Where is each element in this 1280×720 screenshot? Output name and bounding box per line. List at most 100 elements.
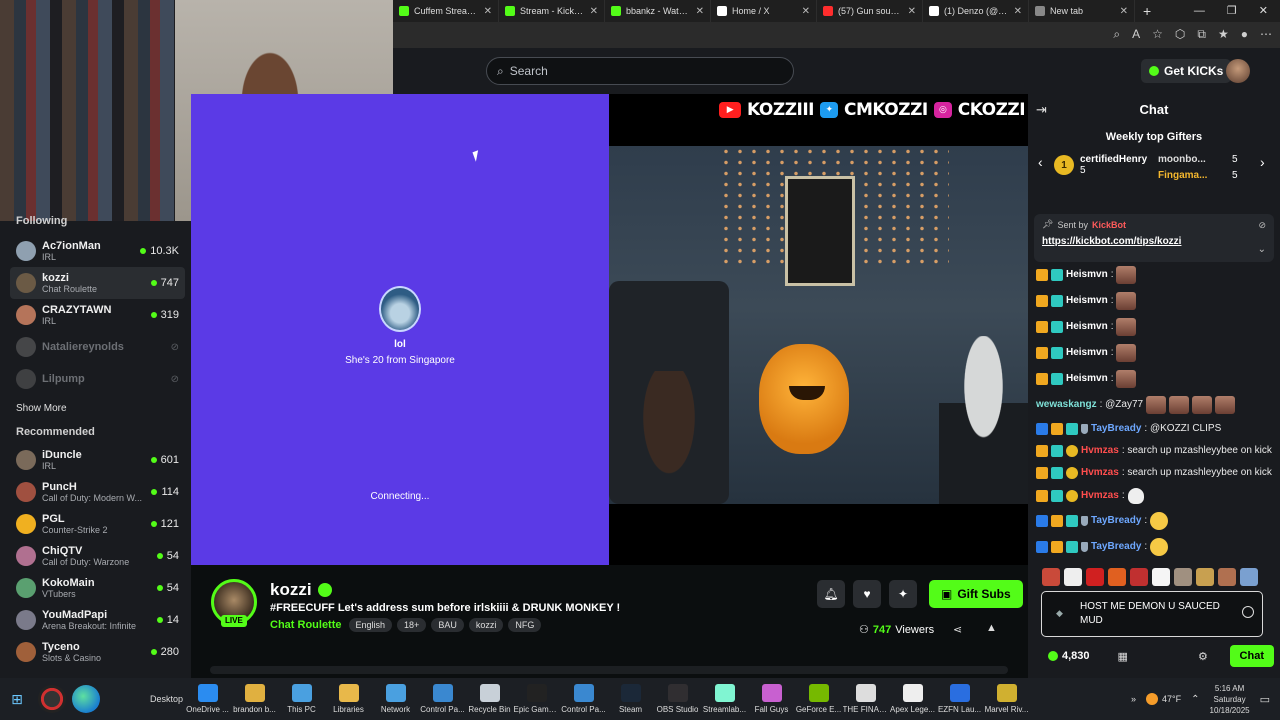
sidebar-channel-chiqtv[interactable]: ChiQTV Call of Duty: Warzone 54 (10, 540, 185, 572)
tag[interactable]: kozzi (468, 618, 504, 632)
emote-button[interactable] (1174, 568, 1192, 586)
top-gifter-1[interactable]: 1 certifiedHenry 5 (1054, 154, 1147, 176)
sidebar-channel-punch[interactable]: PuncH Call of Duty: Modern W... 114 (10, 476, 185, 508)
browser-tab[interactable]: (57) Gun sound ef✕ (817, 0, 923, 22)
emote-button[interactable] (1042, 568, 1060, 586)
taskbar-shortcut[interactable]: This PC (278, 684, 325, 714)
sidebar-channel-kozzi[interactable]: kozzi Chat Roulette 747 (10, 267, 185, 299)
restore-icon[interactable]: ❐ (1227, 0, 1237, 22)
horizontal-scrollbar[interactable] (210, 666, 1008, 674)
sparkle-button[interactable]: ✦ (889, 580, 917, 608)
chevron-right-icon[interactable]: › (1260, 154, 1265, 170)
user-avatar[interactable] (1226, 59, 1250, 83)
favorite-star-icon[interactable]: ☆ (1152, 27, 1163, 42)
tray-overflow-icon[interactable]: » (1131, 694, 1136, 704)
extensions-icon[interactable]: ⬡ (1175, 27, 1185, 42)
taskbar-shortcut[interactable]: OBS Studio (654, 684, 701, 714)
chat-input[interactable]: ◆ HOST ME DEMON U SAUCED MUD (1041, 591, 1263, 637)
streamer-name[interactable]: kozzi (270, 580, 332, 600)
video-player[interactable]: lol She's 20 from Singapore Connecting..… (191, 94, 1028, 565)
taskbar-shortcut[interactable]: Marvel Riv... (983, 684, 1030, 714)
sidebar-channel-crazytawn[interactable]: CRAZYTAWN IRL 319 (10, 299, 185, 331)
collections-icon[interactable]: ⧉ (1197, 27, 1206, 42)
close-icon[interactable]: ✕ (484, 6, 492, 17)
favorites-icon[interactable]: ★ (1218, 27, 1229, 42)
taskbar-shortcut[interactable]: Steam (607, 684, 654, 714)
top-gifter-2[interactable]: moonbo... (1158, 154, 1206, 165)
gift-subs-button[interactable]: ▣ Gift Subs (929, 580, 1023, 608)
emote-button[interactable] (1130, 568, 1148, 586)
browser-tab[interactable]: Home / X ✕ (711, 0, 817, 22)
emote-button[interactable] (1086, 568, 1104, 586)
taskbar-shortcut[interactable]: Control Pa... (419, 684, 466, 714)
channel-points[interactable]: 4,830 (1048, 650, 1090, 662)
sidebar-channel-tyceno[interactable]: Tyceno Slots & Casino 280 (10, 636, 185, 668)
sidebar-channel-ac7ionman[interactable]: Ac7ionMan IRL 10.3K (10, 235, 185, 267)
show-more-button[interactable]: Show More (10, 395, 185, 422)
taskbar-shortcut[interactable]: Libraries (325, 684, 372, 714)
taskbar-shortcut[interactable]: GeForce E... (795, 684, 842, 714)
edge-pinned-icon[interactable] (72, 685, 100, 713)
taskbar-shortcut[interactable]: brandon b... (231, 684, 278, 714)
emote-button[interactable] (1064, 568, 1082, 586)
close-icon[interactable]: ✕ (908, 6, 916, 17)
taskbar-shortcut[interactable]: Network (372, 684, 419, 714)
taskbar-shortcut[interactable]: THE FINALS (842, 684, 889, 714)
emote-button[interactable] (1108, 568, 1126, 586)
follow-heart-button[interactable]: ♥ (853, 580, 881, 608)
taskbar-shortcut[interactable]: Control Pa... (560, 684, 607, 714)
weather-widget[interactable]: 47°F (1146, 693, 1181, 705)
browser-tab[interactable]: Stream - Kick Dash✕ (499, 0, 605, 22)
taskbar-shortcut[interactable]: Epic Game... (513, 684, 560, 714)
pinned-link[interactable]: https://kickbot.com/tips/kozzi (1042, 236, 1266, 247)
top-gifter-3[interactable]: Fingama... (1158, 170, 1207, 181)
tag[interactable]: BAU (431, 618, 464, 632)
tag[interactable]: English (348, 618, 393, 632)
category-link[interactable]: Chat Roulette (270, 619, 342, 631)
emote-button[interactable] (1218, 568, 1236, 586)
browser-tab[interactable]: (1) Denzo (@Denz✕ (923, 0, 1029, 22)
desktop-label[interactable]: Desktop (150, 694, 184, 704)
sidebar-channel-nataliereynolds[interactable]: Nataliereynolds ⊘ (10, 331, 185, 363)
emote-button[interactable] (1196, 568, 1214, 586)
close-window-icon[interactable]: ✕ (1259, 0, 1268, 22)
hide-icon[interactable]: ⊘ (1258, 220, 1266, 231)
close-icon[interactable]: ✕ (590, 6, 598, 17)
sidebar-channel-lilpump[interactable]: Lilpump ⊘ (10, 363, 185, 395)
browser-tab[interactable]: bbankz - Watch th✕ (605, 0, 711, 22)
taskbar-shortcut[interactable]: EZFN Lau... (936, 684, 983, 714)
sidebar-channel-youmadpapi[interactable]: YouMadPapi Arena Breakout: Infinite 14 (10, 604, 185, 636)
notification-bell-button[interactable]: 🔔︎ (817, 580, 845, 608)
minimize-icon[interactable]: — (1194, 0, 1205, 22)
profile-icon[interactable]: ● (1241, 27, 1248, 42)
windows-start-icon[interactable]: ⊞ (2, 691, 32, 708)
system-clock[interactable]: 5:16 AM Saturday 10/18/2025 (1210, 683, 1250, 716)
taskbar-shortcut[interactable]: Apex Lege... (889, 684, 936, 714)
get-kicks-button[interactable]: Get KICKs (1141, 59, 1232, 83)
obs-pinned-icon[interactable] (38, 685, 66, 713)
tag[interactable]: NFG (508, 618, 542, 632)
chevron-left-icon[interactable]: ‹ (1038, 154, 1043, 170)
zoom-icon[interactable]: ⌕ (1113, 27, 1120, 42)
send-chat-button[interactable]: Chat (1229, 645, 1274, 667)
taskbar-shortcut[interactable]: Recycle Bin (466, 684, 513, 714)
settings-gear-icon[interactable]: ⚙ (1198, 650, 1208, 663)
taskbar-shortcut[interactable]: Fall Guys (748, 684, 795, 714)
sidebar-channel-kokomain[interactable]: KokoMain VTubers 54 (10, 572, 185, 604)
share-icon[interactable]: ⋖ (953, 623, 962, 636)
taskbar-shortcut[interactable]: Streamlab... (701, 684, 748, 714)
close-icon[interactable]: ✕ (1120, 6, 1128, 17)
emote-button[interactable] (1240, 568, 1258, 586)
browser-tab[interactable]: Cuffem Stream - V✕ (393, 0, 499, 22)
menu-icon[interactable]: ⋯ (1260, 27, 1272, 42)
close-icon[interactable]: ✕ (1014, 6, 1022, 17)
search-input[interactable]: ⌕ Search (486, 57, 794, 85)
chevron-up-icon[interactable]: ⌃ (1191, 694, 1199, 705)
tag[interactable]: 18+ (397, 618, 427, 632)
report-icon[interactable]: ▲ (986, 622, 997, 634)
close-icon[interactable]: ✕ (802, 6, 810, 17)
rewards-icon[interactable]: ▦ (1118, 650, 1128, 663)
taskbar-shortcut[interactable]: OneDrive ... (184, 684, 231, 714)
browser-tab[interactable]: New tab ✕ (1029, 0, 1135, 22)
emoji-picker-icon[interactable] (1242, 606, 1254, 618)
